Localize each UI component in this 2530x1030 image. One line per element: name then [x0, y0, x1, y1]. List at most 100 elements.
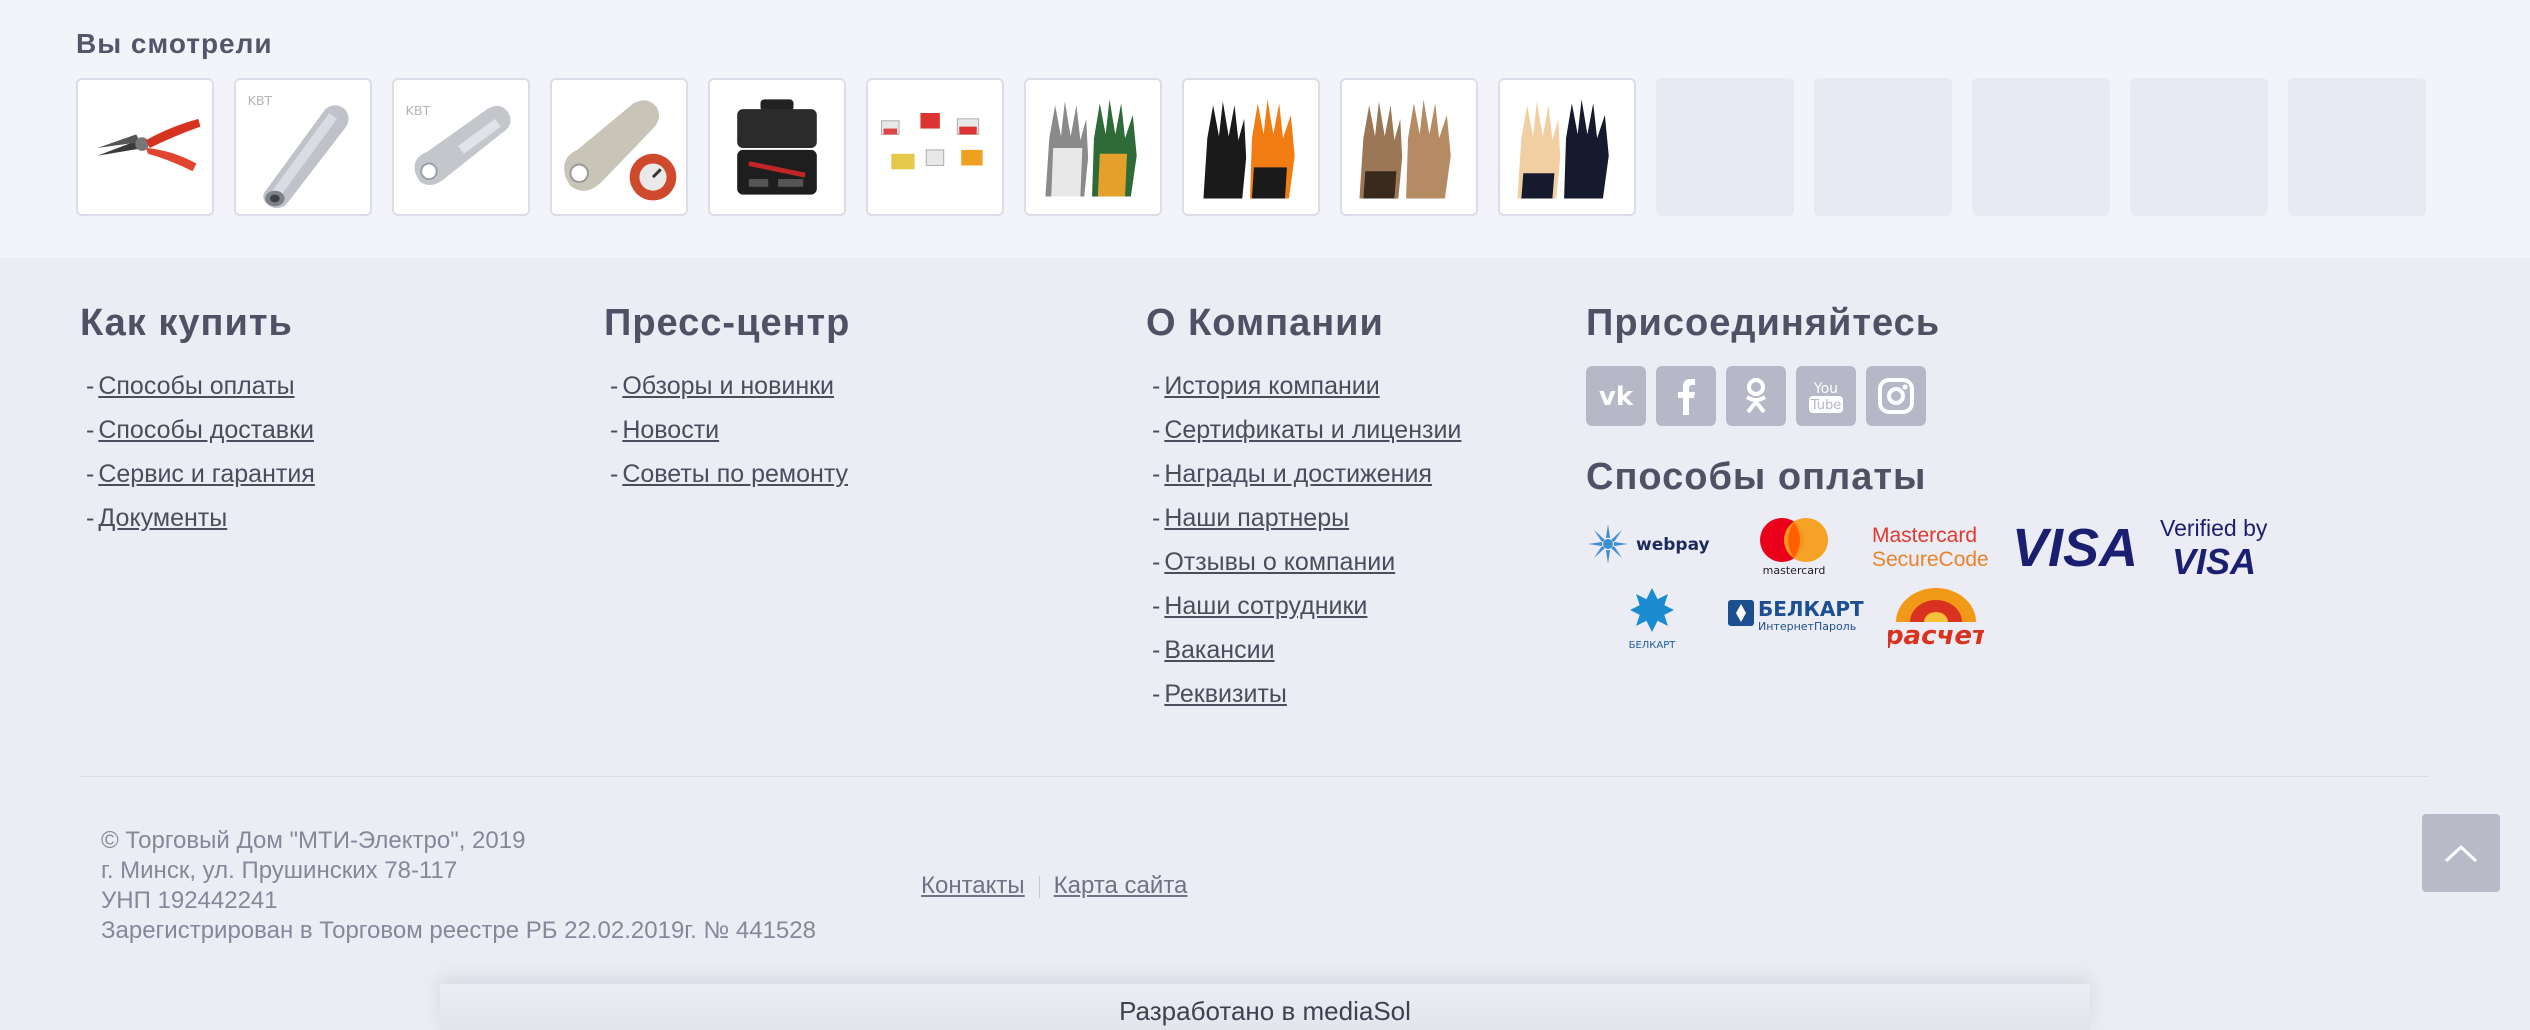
cable-lug-icon: KBT	[406, 103, 511, 186]
press-center-title: Пресс-центр	[604, 302, 851, 344]
link-reviews-news[interactable]: Обзоры и новинки	[622, 372, 834, 400]
svg-text:VISA: VISA	[2172, 541, 2256, 580]
svg-text:You: You	[1813, 381, 1838, 397]
footer-link-item: - Способы доставки	[86, 416, 314, 444]
viewed-item-gloves-green[interactable]	[1024, 78, 1162, 216]
link-repair-tips[interactable]: Советы по ремонту	[622, 460, 848, 488]
link-separator	[1038, 875, 1040, 898]
svg-text:KBT: KBT	[248, 93, 273, 108]
visa-logo: VISA	[2010, 514, 2144, 581]
link-delivery-methods[interactable]: Способы доставки	[98, 416, 314, 444]
how-to-buy-title: Как купить	[80, 302, 293, 344]
viewed-placeholder	[1814, 78, 1952, 216]
svg-text:ИнтернетПароль: ИнтернетПароль	[1758, 620, 1856, 633]
company-info: © Торговый Дом "МТИ-Электро", 2019 г. Ми…	[101, 826, 816, 946]
svg-text:KBT: KBT	[406, 103, 431, 118]
bottom-links: Контакты Карта сайта	[921, 872, 1187, 900]
viewed-item-pliers[interactable]	[76, 78, 214, 216]
gloves-black-orange-icon	[1203, 99, 1295, 199]
svg-text:Verified by: Verified by	[2160, 515, 2268, 541]
about-company-links: - История компании - Сертификаты и лицензи…	[1152, 372, 1461, 724]
odnoklassniki-link[interactable]	[1726, 366, 1786, 426]
recently-viewed-title: Вы смотрели	[76, 28, 273, 59]
svg-text:VISA: VISA	[2012, 518, 2138, 576]
instagram-link[interactable]	[1866, 366, 1926, 426]
viewed-item-lug[interactable]: KBT	[392, 78, 530, 216]
payment-methods-title: Способы оплаты	[1586, 456, 1927, 498]
link-partners[interactable]: Наши партнеры	[1164, 504, 1349, 532]
link-company-history[interactable]: История компании	[1164, 372, 1379, 400]
gloves-green-icon	[1045, 99, 1137, 197]
unp-line: УНП 192442241	[101, 887, 278, 914]
odnoklassniki-icon	[1745, 378, 1767, 414]
link-vacancies[interactable]: Вакансии	[1164, 636, 1274, 664]
svg-text:Tube: Tube	[1810, 398, 1841, 413]
developer-credit[interactable]: Разработано в mediaSol	[440, 996, 2090, 1027]
terminal-blocks-icon	[881, 113, 983, 170]
svg-text:vk: vk	[1599, 382, 1634, 412]
footer-link-item: - История компании	[1152, 372, 1380, 400]
youtube-icon: YouTube	[1809, 381, 1843, 413]
raschet-logo: расчет	[1884, 582, 1989, 653]
viewed-placeholder	[2288, 78, 2426, 216]
link-awards[interactable]: Награды и достижения	[1164, 460, 1432, 488]
contacts-link[interactable]: Контакты	[921, 872, 1025, 899]
viewed-item-gloves-brown[interactable]	[1340, 78, 1478, 216]
footer-link-item: - Сертификаты и лицензии	[1152, 416, 1462, 444]
recently-viewed-section: Вы смотрели KBT KBT	[0, 0, 2530, 258]
link-employees[interactable]: Наши сотрудники	[1164, 592, 1367, 620]
viewed-item-tool-case[interactable]	[708, 78, 846, 216]
join-us-title: Присоединяйтесь	[1586, 302, 1941, 344]
footer-link-item: - Обзоры и новинки	[610, 372, 835, 400]
link-requisites[interactable]: Реквизиты	[1164, 680, 1287, 708]
belkart-logo: БЕЛКАРТ	[1616, 586, 1688, 657]
footer-link-item: - Наши партнеры	[1152, 504, 1350, 532]
webpay-logo: webpay	[1586, 518, 1720, 575]
instagram-icon	[1878, 378, 1914, 414]
link-testimonials[interactable]: Отзывы о компании	[1164, 548, 1395, 576]
svg-text:Mastercard: Mastercard	[1872, 524, 1977, 547]
gloves-beige-black-icon	[1517, 99, 1609, 199]
link-certificates[interactable]: Сертификаты и лицензии	[1164, 416, 1461, 444]
how-to-buy-links: - Способы оплаты - Способы доставки - Серви…	[86, 372, 315, 548]
link-service-warranty[interactable]: Сервис и гарантия	[98, 460, 315, 488]
facebook-link[interactable]	[1656, 366, 1716, 426]
viewed-item-gloves-beige[interactable]	[1498, 78, 1636, 216]
copper-lug-icon	[564, 100, 677, 201]
copyright-line: © Торговый Дом "МТИ-Электро", 2019	[101, 827, 526, 854]
developer-bar: Разработано в mediaSol	[440, 984, 2090, 1030]
vk-link[interactable]: vk	[1586, 366, 1646, 426]
viewed-placeholder	[1972, 78, 2110, 216]
link-news[interactable]: Новости	[622, 416, 719, 444]
footer-link-item: - Наши сотрудники	[1152, 592, 1368, 620]
footer-link-item: - Новости	[610, 416, 720, 444]
viewed-item-terminal-blocks[interactable]	[866, 78, 1004, 216]
svg-text:расчет: расчет	[1888, 621, 1984, 648]
gloves-brown-icon	[1359, 99, 1451, 199]
mastercard-securecode-logo: Mastercard SecureCode	[1872, 522, 1998, 577]
belkart-internet-password-logo: БЕЛКАРТ ИнтернетПароль	[1726, 594, 1866, 639]
footer-link-item: - Сервис и гарантия	[86, 460, 315, 488]
tool-case-icon	[737, 99, 817, 195]
viewed-item-sleeve[interactable]: KBT	[234, 78, 372, 216]
svg-text:БЕЛКАРТ: БЕЛКАРТ	[1629, 640, 1677, 651]
sleeve-connector-icon: KBT	[248, 93, 349, 209]
footer-link-item: - Советы по ремонту	[610, 460, 849, 488]
youtube-link[interactable]: You Tube	[1796, 366, 1856, 426]
chevron-up-icon	[2444, 844, 2478, 863]
facebook-icon	[1678, 379, 1695, 415]
svg-text:webpay: webpay	[1636, 535, 1710, 555]
svg-text:БЕЛКАРТ: БЕЛКАРТ	[1758, 597, 1864, 621]
scroll-to-top-button[interactable]	[2422, 814, 2500, 892]
link-documents[interactable]: Документы	[98, 504, 227, 532]
pliers-icon	[97, 118, 201, 172]
svg-text:mastercard: mastercard	[1763, 564, 1826, 577]
link-payment-methods[interactable]: Способы оплаты	[98, 372, 294, 400]
sitemap-link[interactable]: Карта сайта	[1054, 872, 1188, 899]
viewed-item-gloves-black[interactable]	[1182, 78, 1320, 216]
footer-link-item: - Вакансии	[1152, 636, 1275, 664]
footer-link-item: - Способы оплаты	[86, 372, 295, 400]
viewed-item-copper-lug[interactable]	[550, 78, 688, 216]
registry-line: Зарегистрирован в Торговом реестре РБ 22…	[101, 917, 816, 944]
svg-text:SecureCode: SecureCode	[1872, 548, 1989, 571]
